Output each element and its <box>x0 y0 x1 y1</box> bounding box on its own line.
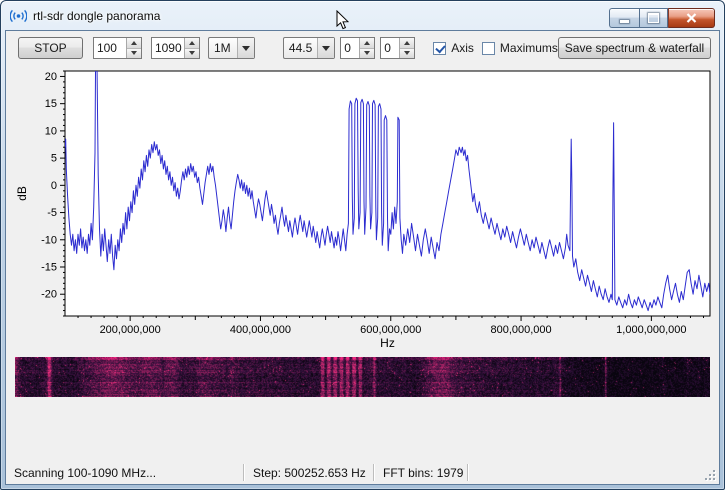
spin-down-icon[interactable] <box>360 49 374 59</box>
spin-up-icon[interactable] <box>185 38 199 49</box>
resize-grip[interactable] <box>703 468 717 482</box>
x-axis-title: Hz <box>380 336 395 350</box>
svg-text:-15: -15 <box>41 262 57 274</box>
close-icon <box>686 13 697 23</box>
svg-text:10: 10 <box>45 125 57 137</box>
svg-text:20: 20 <box>45 71 57 83</box>
svg-text:1,000,000,000: 1,000,000,000 <box>616 324 686 336</box>
start-frequency-value[interactable]: 100 <box>94 38 126 58</box>
stop-frequency-spinbox[interactable]: 1090 <box>151 37 200 59</box>
spin-up-icon[interactable] <box>360 38 374 49</box>
svg-text:800,000,000: 800,000,000 <box>490 324 551 336</box>
bin-size-value: 1M <box>209 41 237 55</box>
stop-frequency-value[interactable]: 1090 <box>152 38 184 58</box>
spin-down-icon[interactable] <box>127 49 141 59</box>
axis-checkbox-label: Axis <box>451 41 474 55</box>
gain-combobox[interactable]: 44.5 <box>283 37 335 59</box>
close-button[interactable] <box>668 8 715 28</box>
status-fft-bins: FFT bins: 1979 <box>375 461 467 484</box>
y-axis-title: dB <box>15 186 29 201</box>
start-frequency-spinbox[interactable]: 100 <box>93 37 142 59</box>
minimize-button[interactable] <box>609 8 639 28</box>
gain-value: 44.5 <box>284 41 317 55</box>
chevron-down-icon[interactable] <box>317 38 334 58</box>
spin-up-icon[interactable] <box>127 38 141 49</box>
statusbar: Scanning 100-1090 MHz... Step: 500252.65… <box>6 461 719 484</box>
axis-checkbox[interactable]: Axis <box>433 41 474 55</box>
maximize-button[interactable] <box>639 8 668 28</box>
maximums-checkbox-box[interactable] <box>482 42 495 55</box>
y-axis: 20 15 10 5 0 -5 -10 -15 -20 <box>41 71 65 316</box>
svg-text:200,000,000: 200,000,000 <box>100 324 161 336</box>
minimize-icon <box>620 20 629 23</box>
status-scanning: Scanning 100-1090 MHz... <box>6 461 243 484</box>
status-step: Step: 500252.653 Hz <box>245 461 373 484</box>
waterfall-canvas <box>15 357 710 397</box>
maximize-icon <box>648 13 659 23</box>
stop-button[interactable]: STOP <box>18 37 83 59</box>
spin-down-icon[interactable] <box>185 49 199 59</box>
numeric-spinbox-2[interactable]: 0 <box>380 37 415 59</box>
app-window: rtl-sdr dongle panorama STOP 100 10 <box>0 0 725 490</box>
numeric-spinbox-2-value[interactable]: 0 <box>381 38 399 58</box>
window-title: rtl-sdr dongle panorama <box>33 9 160 23</box>
svg-text:5: 5 <box>51 153 57 165</box>
svg-text:600,000,000: 600,000,000 <box>360 324 421 336</box>
waterfall-display <box>15 357 710 397</box>
bin-size-combobox[interactable]: 1M <box>208 37 255 59</box>
spin-down-icon[interactable] <box>400 49 414 59</box>
spectrum-plot: 20 15 10 5 0 -5 -10 -15 -20 200,000,000 400,000,00… <box>6 65 719 355</box>
save-spectrum-button[interactable]: Save spectrum & waterfall <box>558 37 711 59</box>
x-axis: 200,000,000 400,000,000 600,000,000 800,000… <box>78 316 703 336</box>
spin-up-icon[interactable] <box>400 38 414 49</box>
svg-text:-20: -20 <box>41 289 57 301</box>
maximums-checkbox-label: Maximums <box>500 41 558 55</box>
chevron-down-icon[interactable] <box>237 38 254 58</box>
client-area: STOP 100 1090 1M 44.5 <box>5 30 720 485</box>
maximums-checkbox[interactable]: Maximums <box>482 41 558 55</box>
spectrum-chart: 20 15 10 5 0 -5 -10 -15 -20 200,000,000 400,000,00… <box>6 65 719 355</box>
axis-checkbox-box[interactable] <box>433 42 446 55</box>
status-separator <box>467 464 469 481</box>
numeric-spinbox-1[interactable]: 0 <box>340 37 375 59</box>
toolbar: STOP 100 1090 1M 44.5 <box>6 31 719 65</box>
svg-text:-10: -10 <box>41 234 57 246</box>
numeric-spinbox-1-value[interactable]: 0 <box>341 38 359 58</box>
svg-text:15: 15 <box>45 98 57 110</box>
svg-text:0: 0 <box>51 180 57 192</box>
titlebar[interactable]: rtl-sdr dongle panorama <box>1 1 724 30</box>
app-icon <box>10 8 27 23</box>
svg-text:400,000,000: 400,000,000 <box>230 324 291 336</box>
svg-text:-5: -5 <box>47 207 57 219</box>
